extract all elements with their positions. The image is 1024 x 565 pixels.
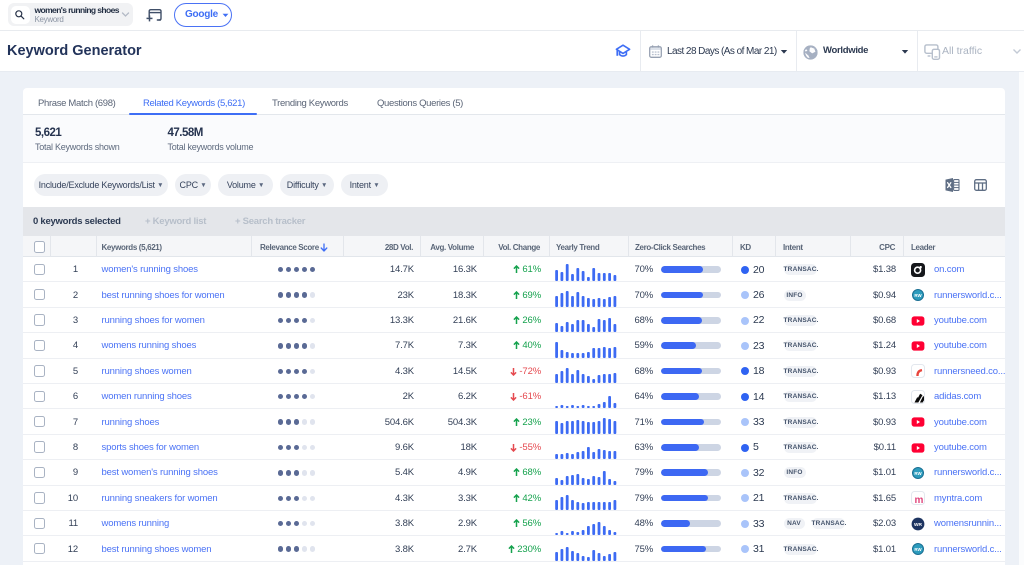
svg-text:RW: RW — [914, 293, 922, 298]
svg-text:m: m — [915, 495, 924, 505]
svg-text:WR: WR — [914, 522, 923, 528]
svg-text:RW: RW — [914, 547, 922, 552]
svg-text:RW: RW — [914, 471, 922, 476]
